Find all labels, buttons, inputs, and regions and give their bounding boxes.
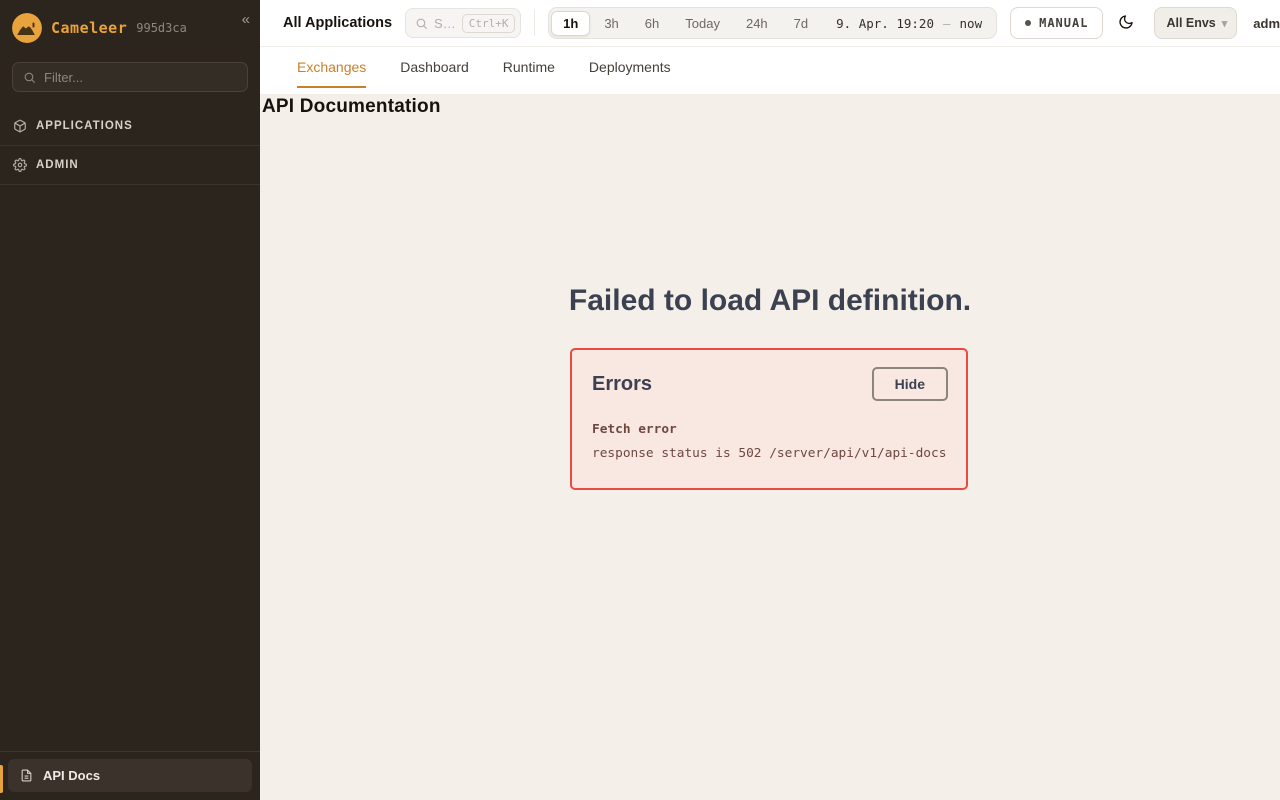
time-option-today[interactable]: Today xyxy=(673,11,732,36)
error-message: response status is 502 /server/api/v1/ap… xyxy=(592,446,948,461)
tab-bar: Exchanges Dashboard Runtime Deployments xyxy=(260,47,1280,94)
sidebar-item-label: ADMIN xyxy=(36,159,79,171)
package-icon xyxy=(13,119,27,133)
sidebar-item-admin[interactable]: ADMIN xyxy=(0,146,260,185)
document-icon xyxy=(20,768,33,783)
time-range-selector: 1h 3h 6h Today 24h 7d 9. Apr. 19:20 — no… xyxy=(548,7,997,39)
status-dot-icon xyxy=(1025,20,1031,26)
sidebar-item-applications[interactable]: APPLICATIONS xyxy=(0,107,260,146)
time-option-1h[interactable]: 1h xyxy=(551,11,590,36)
user-menu[interactable]: adm xyxy=(1253,16,1280,31)
sidebar-item-label: API Docs xyxy=(43,768,100,783)
time-from: 9. Apr. 19:20 xyxy=(836,16,934,31)
filter-input[interactable] xyxy=(44,70,237,85)
search-icon xyxy=(415,17,428,30)
refresh-mode-button[interactable]: MANUAL xyxy=(1010,7,1103,39)
time-option-6h[interactable]: 6h xyxy=(633,11,671,36)
app-name: Cameleer xyxy=(51,19,127,37)
errors-panel-header: Errors Hide xyxy=(592,367,948,401)
sidebar-item-api-docs[interactable]: API Docs xyxy=(8,759,252,792)
chevron-down-icon: ▾ xyxy=(1222,17,1228,30)
app-version-hash: 995d3ca xyxy=(136,21,187,35)
search-placeholder: S… xyxy=(434,16,456,31)
time-option-7d[interactable]: 7d xyxy=(782,11,820,36)
app-logo: Cameleer 995d3ca « xyxy=(0,0,260,55)
time-to: now xyxy=(960,16,983,31)
tab-dashboard[interactable]: Dashboard xyxy=(400,47,469,88)
sidebar: Cameleer 995d3ca « APPLICATIONS ADMIN xyxy=(0,0,260,800)
time-option-3h[interactable]: 3h xyxy=(592,11,630,36)
error-item: Fetch error response status is 502 /serv… xyxy=(592,422,948,461)
sidebar-collapse-icon[interactable]: « xyxy=(242,11,250,28)
sidebar-footer: API Docs xyxy=(0,751,260,800)
camel-logo-icon xyxy=(12,13,42,43)
global-search[interactable]: S… Ctrl+K xyxy=(405,8,521,38)
tab-deployments[interactable]: Deployments xyxy=(589,47,671,88)
page-title: API Documentation xyxy=(262,96,1280,118)
moon-icon xyxy=(1118,14,1134,33)
time-separator: — xyxy=(943,16,951,31)
tab-runtime[interactable]: Runtime xyxy=(503,47,555,88)
divider xyxy=(534,10,535,36)
tab-exchanges[interactable]: Exchanges xyxy=(297,47,366,88)
hide-button[interactable]: Hide xyxy=(872,367,948,401)
context-title: All Applications xyxy=(283,15,392,31)
search-icon xyxy=(23,71,36,84)
content-area: API Documentation Failed to load API def… xyxy=(260,94,1280,800)
keyboard-shortcut-badge: Ctrl+K xyxy=(462,14,516,33)
active-item-indicator xyxy=(0,765,3,793)
error-heading: Failed to load API definition. xyxy=(260,284,1280,318)
error-name: Fetch error xyxy=(592,422,948,437)
topbar: All Applications S… Ctrl+K 1h 3h 6h Toda… xyxy=(260,0,1280,47)
time-option-24h[interactable]: 24h xyxy=(734,11,780,36)
errors-panel: Errors Hide Fetch error response status … xyxy=(570,348,968,490)
sidebar-nav: APPLICATIONS ADMIN xyxy=(0,107,260,185)
refresh-mode-label: MANUAL xyxy=(1039,16,1088,30)
env-select[interactable]: All Envs ▾ xyxy=(1154,7,1237,39)
errors-panel-title: Errors xyxy=(592,373,652,396)
dark-mode-toggle[interactable] xyxy=(1115,8,1136,38)
sidebar-item-label: APPLICATIONS xyxy=(36,120,133,132)
sidebar-filter[interactable] xyxy=(12,62,248,92)
main-area: All Applications S… Ctrl+K 1h 3h 6h Toda… xyxy=(260,0,1280,800)
gear-icon xyxy=(13,158,27,172)
env-select-value: All Envs xyxy=(1166,16,1215,30)
time-range-display[interactable]: 9. Apr. 19:20 — now xyxy=(822,16,994,31)
